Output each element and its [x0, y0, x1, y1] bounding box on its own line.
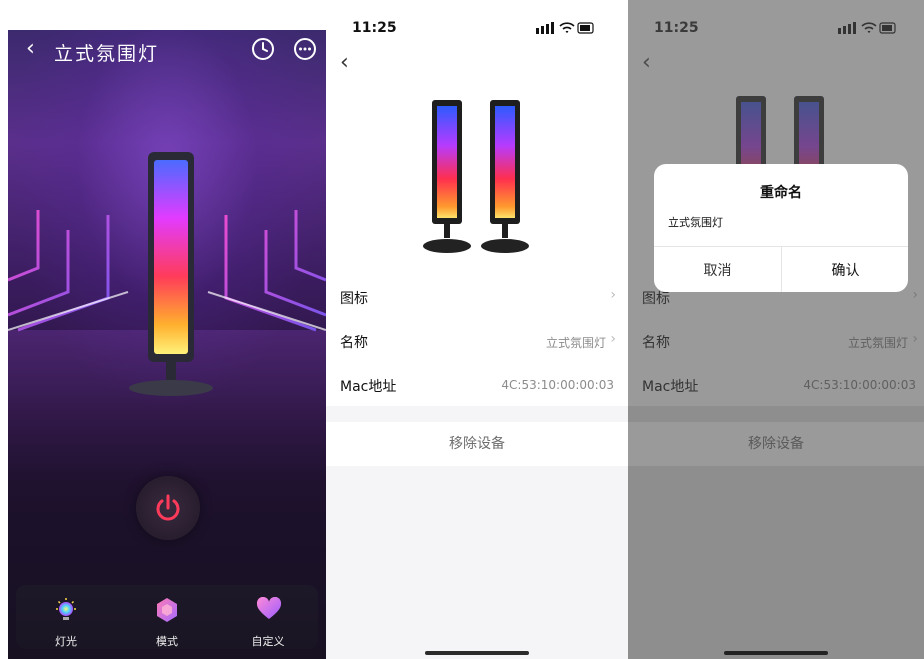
nav-item-custom[interactable]: 自定义 — [228, 593, 308, 649]
row-value: 4C:53:10:00:00:03 — [803, 378, 916, 392]
row-value: 4C:53:10:00:00:03 — [501, 378, 614, 392]
settings-row-mac: Mac地址 4C:53:10:00:00:03 — [326, 362, 628, 408]
cancel-button[interactable]: 取消 — [654, 260, 781, 280]
nav-label-custom: 自定义 — [251, 635, 285, 648]
power-button[interactable] — [136, 476, 200, 540]
back-chevron-icon[interactable]: ‹ — [642, 52, 651, 74]
home-indicator — [425, 651, 529, 655]
row-label: 名称 — [642, 335, 670, 351]
rename-dialog-screen: 11:25 ‹ 图标 › 名称 立式氛围灯 › Mac地址 4C:53:10:0… — [628, 0, 924, 659]
back-chevron-icon[interactable]: ‹ — [340, 52, 349, 74]
remove-device-label: 移除设备 — [748, 436, 804, 452]
row-label: 名称 — [340, 335, 368, 351]
top-bar: ‹ 立式氛围灯 — [8, 30, 326, 72]
page-title: 立式氛围灯 — [54, 43, 160, 65]
device-settings-screen: 11:25 ‹ 图标 › 名称 立式氛围灯 › Mac地址 4C:53:10:0… — [326, 0, 628, 659]
chevron-right-icon: › — [912, 331, 918, 347]
standing-lamp-image — [129, 152, 213, 396]
settings-row-name: 名称 立式氛围灯 › — [628, 318, 924, 364]
heart-icon — [256, 597, 282, 619]
row-value: 立式氛围灯 — [847, 336, 908, 350]
remove-device-label: 移除设备 — [449, 436, 505, 452]
row-label: 图标 — [340, 291, 368, 307]
home-indicator — [724, 651, 828, 655]
status-bar-icons — [838, 22, 896, 34]
dialog-title: 重命名 — [760, 185, 802, 201]
more-options-icon[interactable] — [293, 37, 317, 61]
rename-dialog: 重命名 立式氛围灯 取消 确认 — [654, 164, 908, 292]
chevron-right-icon: › — [610, 287, 616, 303]
chevron-right-icon: › — [610, 331, 616, 347]
rename-input[interactable]: 立式氛围灯 — [668, 214, 723, 230]
light-control-screen: ‹ 立式氛围灯 灯光 模式 自定义 — [8, 30, 326, 659]
nav-item-light[interactable]: 灯光 — [26, 593, 106, 649]
settings-row-icon[interactable]: 图标 › — [326, 274, 628, 320]
product-image — [423, 100, 529, 253]
nav-item-mode[interactable]: 模式 — [127, 593, 207, 649]
settings-row-mac: Mac地址 4C:53:10:00:00:03 — [628, 362, 924, 408]
status-time: 11:25 — [654, 20, 699, 36]
row-label: Mac地址 — [340, 379, 397, 395]
clock-icon[interactable] — [251, 37, 275, 61]
remove-device-button[interactable]: 移除设备 — [326, 422, 628, 466]
status-bar-icons — [536, 22, 594, 34]
bottom-navigation: 灯光 模式 自定义 — [16, 585, 318, 649]
row-value: 立式氛围灯 — [545, 336, 606, 350]
row-label: Mac地址 — [642, 379, 699, 395]
back-chevron-icon[interactable]: ‹ — [26, 38, 35, 60]
confirm-button[interactable]: 确认 — [782, 260, 909, 280]
nav-label-mode: 模式 — [156, 635, 178, 648]
status-time: 11:25 — [352, 20, 397, 36]
chevron-right-icon: › — [912, 287, 918, 303]
power-icon — [156, 494, 180, 521]
hexagon-mode-icon — [157, 598, 177, 622]
nav-label-light: 灯光 — [55, 635, 77, 648]
settings-row-name[interactable]: 名称 立式氛围灯 › — [326, 318, 628, 364]
light-bulb-icon — [56, 598, 76, 620]
